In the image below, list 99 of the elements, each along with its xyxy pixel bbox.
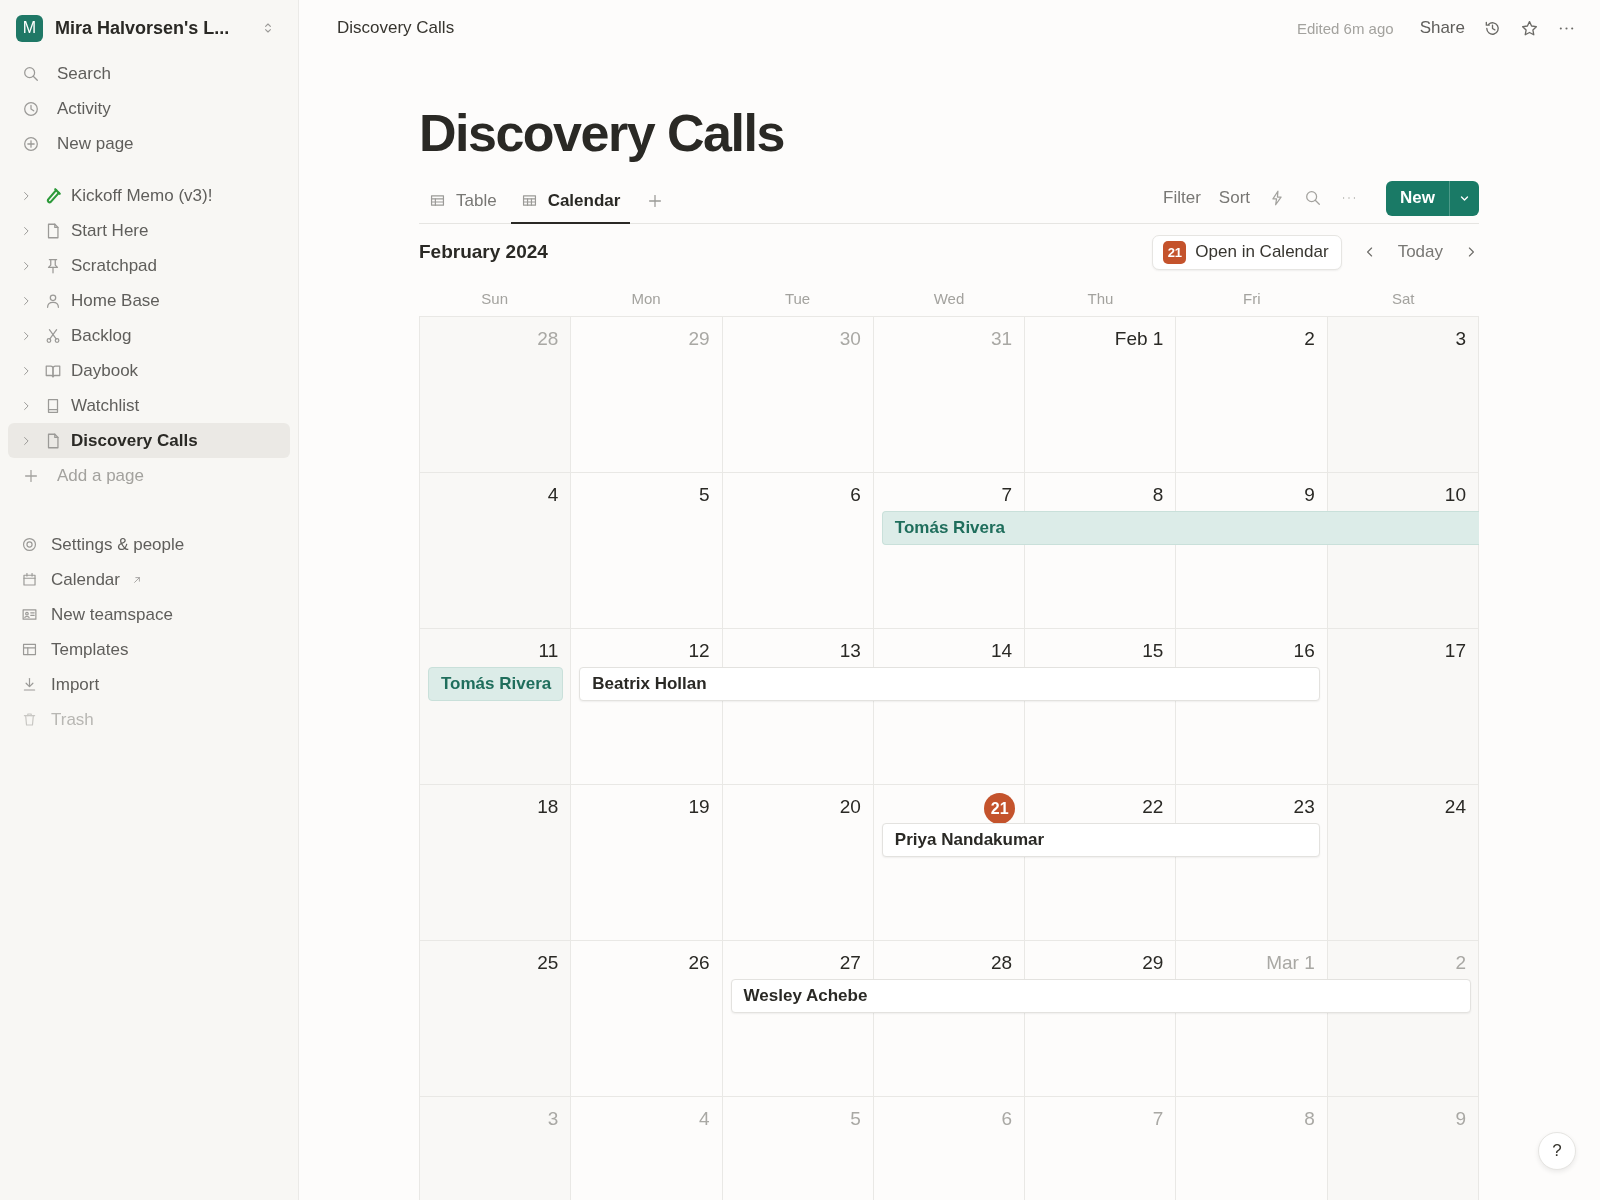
day-number: 30	[839, 327, 861, 351]
day-number: 3	[547, 1107, 559, 1131]
weekday-header: Thu	[1086, 289, 1115, 307]
day-number: 6	[850, 483, 861, 507]
sidebar-nav-item[interactable]: Calendar	[8, 562, 290, 597]
day-number: 16	[1293, 639, 1315, 663]
settings-icon	[21, 536, 38, 553]
edited-time: Edited 6m ago	[1296, 19, 1394, 37]
sidebar-page-item[interactable]: Home Base	[8, 283, 290, 318]
sidebar-page-item[interactable]: Watchlist	[8, 388, 290, 423]
page-title: Discovery Calls	[419, 103, 785, 164]
scissors-icon	[44, 326, 62, 345]
layout-icon	[21, 641, 38, 658]
clock-icon	[22, 99, 40, 118]
day-number: 15	[1142, 639, 1164, 663]
sidebar-page-item[interactable]: Discovery Calls	[8, 423, 290, 458]
calendar-grid-icon	[520, 192, 538, 209]
day-number: 28	[537, 327, 559, 351]
day-number: 29	[688, 327, 710, 351]
sidebar-nav-item[interactable]: Settings & people	[8, 527, 290, 562]
day-number: 14	[991, 639, 1013, 663]
workspace-name[interactable]: Mira Halvorsen's L...	[55, 17, 248, 39]
day-number: 19	[688, 795, 710, 819]
weekday-header: Wed	[932, 289, 966, 307]
day-number: 9	[1304, 483, 1315, 507]
day-number: 12	[688, 639, 710, 663]
day-number: Feb 1	[1114, 327, 1164, 351]
day-number: 7	[1152, 1107, 1164, 1131]
today-button[interactable]: Today	[1397, 242, 1443, 262]
sidebar-nav-item[interactable]: Templates	[8, 632, 290, 667]
sort-button[interactable]: Sort	[1218, 188, 1251, 208]
day-number: 5	[850, 1107, 861, 1131]
day-number: 27	[839, 951, 861, 975]
sidebar-nav-item[interactable]: Activity	[57, 98, 111, 119]
day-number: 17	[1444, 639, 1466, 663]
day-number: Mar 1	[1266, 951, 1315, 975]
event-bar[interactable]: Tomás Rivera	[428, 667, 564, 701]
trash-icon	[21, 711, 38, 728]
weekday-header: Mon	[630, 289, 662, 307]
sidebar-nav-item[interactable]: Import	[8, 667, 290, 702]
day-number: 3	[1455, 327, 1466, 351]
day-number: 21	[984, 793, 1016, 824]
event-bar[interactable]: Wesley Achebe	[730, 979, 1471, 1013]
search-icon	[22, 64, 40, 83]
day-number: 5	[699, 483, 710, 507]
sidebar-nav-item[interactable]: Search	[57, 63, 111, 84]
day-number: 6	[1001, 1107, 1013, 1131]
share-button[interactable]: Share	[1419, 18, 1465, 38]
calendar-app-icon: 21	[1163, 240, 1187, 264]
day-number: 20	[839, 795, 861, 819]
day-number: 7	[1001, 483, 1013, 507]
view-tab[interactable]: Calendar	[510, 179, 631, 224]
day-number: 24	[1444, 795, 1466, 819]
weekday-header: Sun	[480, 289, 510, 307]
search-icon[interactable]	[1304, 189, 1323, 207]
sidebar-nav-item[interactable]: New page	[57, 133, 134, 154]
day-number: 26	[688, 951, 710, 975]
star-icon[interactable]	[1520, 18, 1539, 38]
day-number: 10	[1444, 483, 1466, 507]
day-number: 4	[699, 1107, 710, 1131]
calendar-icon	[21, 571, 38, 588]
download-icon	[21, 676, 38, 693]
sidebar-page-item[interactable]: Daybook	[8, 353, 290, 388]
sidebar-page-item[interactable]: Scratchpad	[8, 248, 290, 283]
day-number: 29	[1142, 951, 1164, 975]
day-number: 18	[537, 795, 559, 819]
day-number: 9	[1455, 1107, 1466, 1131]
day-number: 8	[1152, 483, 1164, 507]
test-tube-icon	[44, 186, 62, 205]
day-number: 4	[547, 483, 559, 507]
day-number: 11	[538, 639, 559, 663]
filter-button[interactable]: Filter	[1163, 188, 1201, 208]
day-number: 28	[991, 951, 1013, 975]
sidebar-nav-item[interactable]: New teamspace	[8, 597, 290, 632]
weekday-header: Tue	[783, 289, 812, 307]
id-card-icon	[21, 606, 38, 623]
event-bar[interactable]: Beatrix Hollan	[579, 667, 1320, 701]
event-bar[interactable]: Tomás Rivera	[881, 511, 1479, 545]
event-bar[interactable]: Priya Nandakumar	[881, 823, 1320, 857]
day-number: 23	[1293, 795, 1315, 819]
day-number: 25	[537, 951, 559, 975]
help-button[interactable]: ?	[1538, 1132, 1576, 1170]
weekday-header: Sat	[1391, 289, 1416, 307]
breadcrumb[interactable]: Discovery Calls	[337, 18, 455, 38]
workspace-avatar: M	[16, 14, 43, 42]
day-number: 13	[839, 639, 861, 663]
sidebar-page-item[interactable]: Backlog	[8, 318, 290, 353]
day-number: 22	[1142, 795, 1164, 819]
sidebar-page-item[interactable]: Kickoff Memo (v3)!	[8, 178, 290, 213]
sidebar-page-item[interactable]: Start Here	[8, 213, 290, 248]
table-icon	[429, 192, 446, 209]
day-number: 8	[1304, 1107, 1315, 1131]
month-title: February 2024	[419, 241, 548, 263]
day-number: 2	[1455, 951, 1466, 975]
view-tab[interactable]: Table	[419, 179, 507, 224]
day-number: 2	[1304, 327, 1315, 351]
weekday-header: Fri	[1242, 289, 1262, 307]
open-in-calendar-button[interactable]: 21 Open in Calendar	[1152, 234, 1342, 270]
day-number: 31	[991, 327, 1013, 351]
